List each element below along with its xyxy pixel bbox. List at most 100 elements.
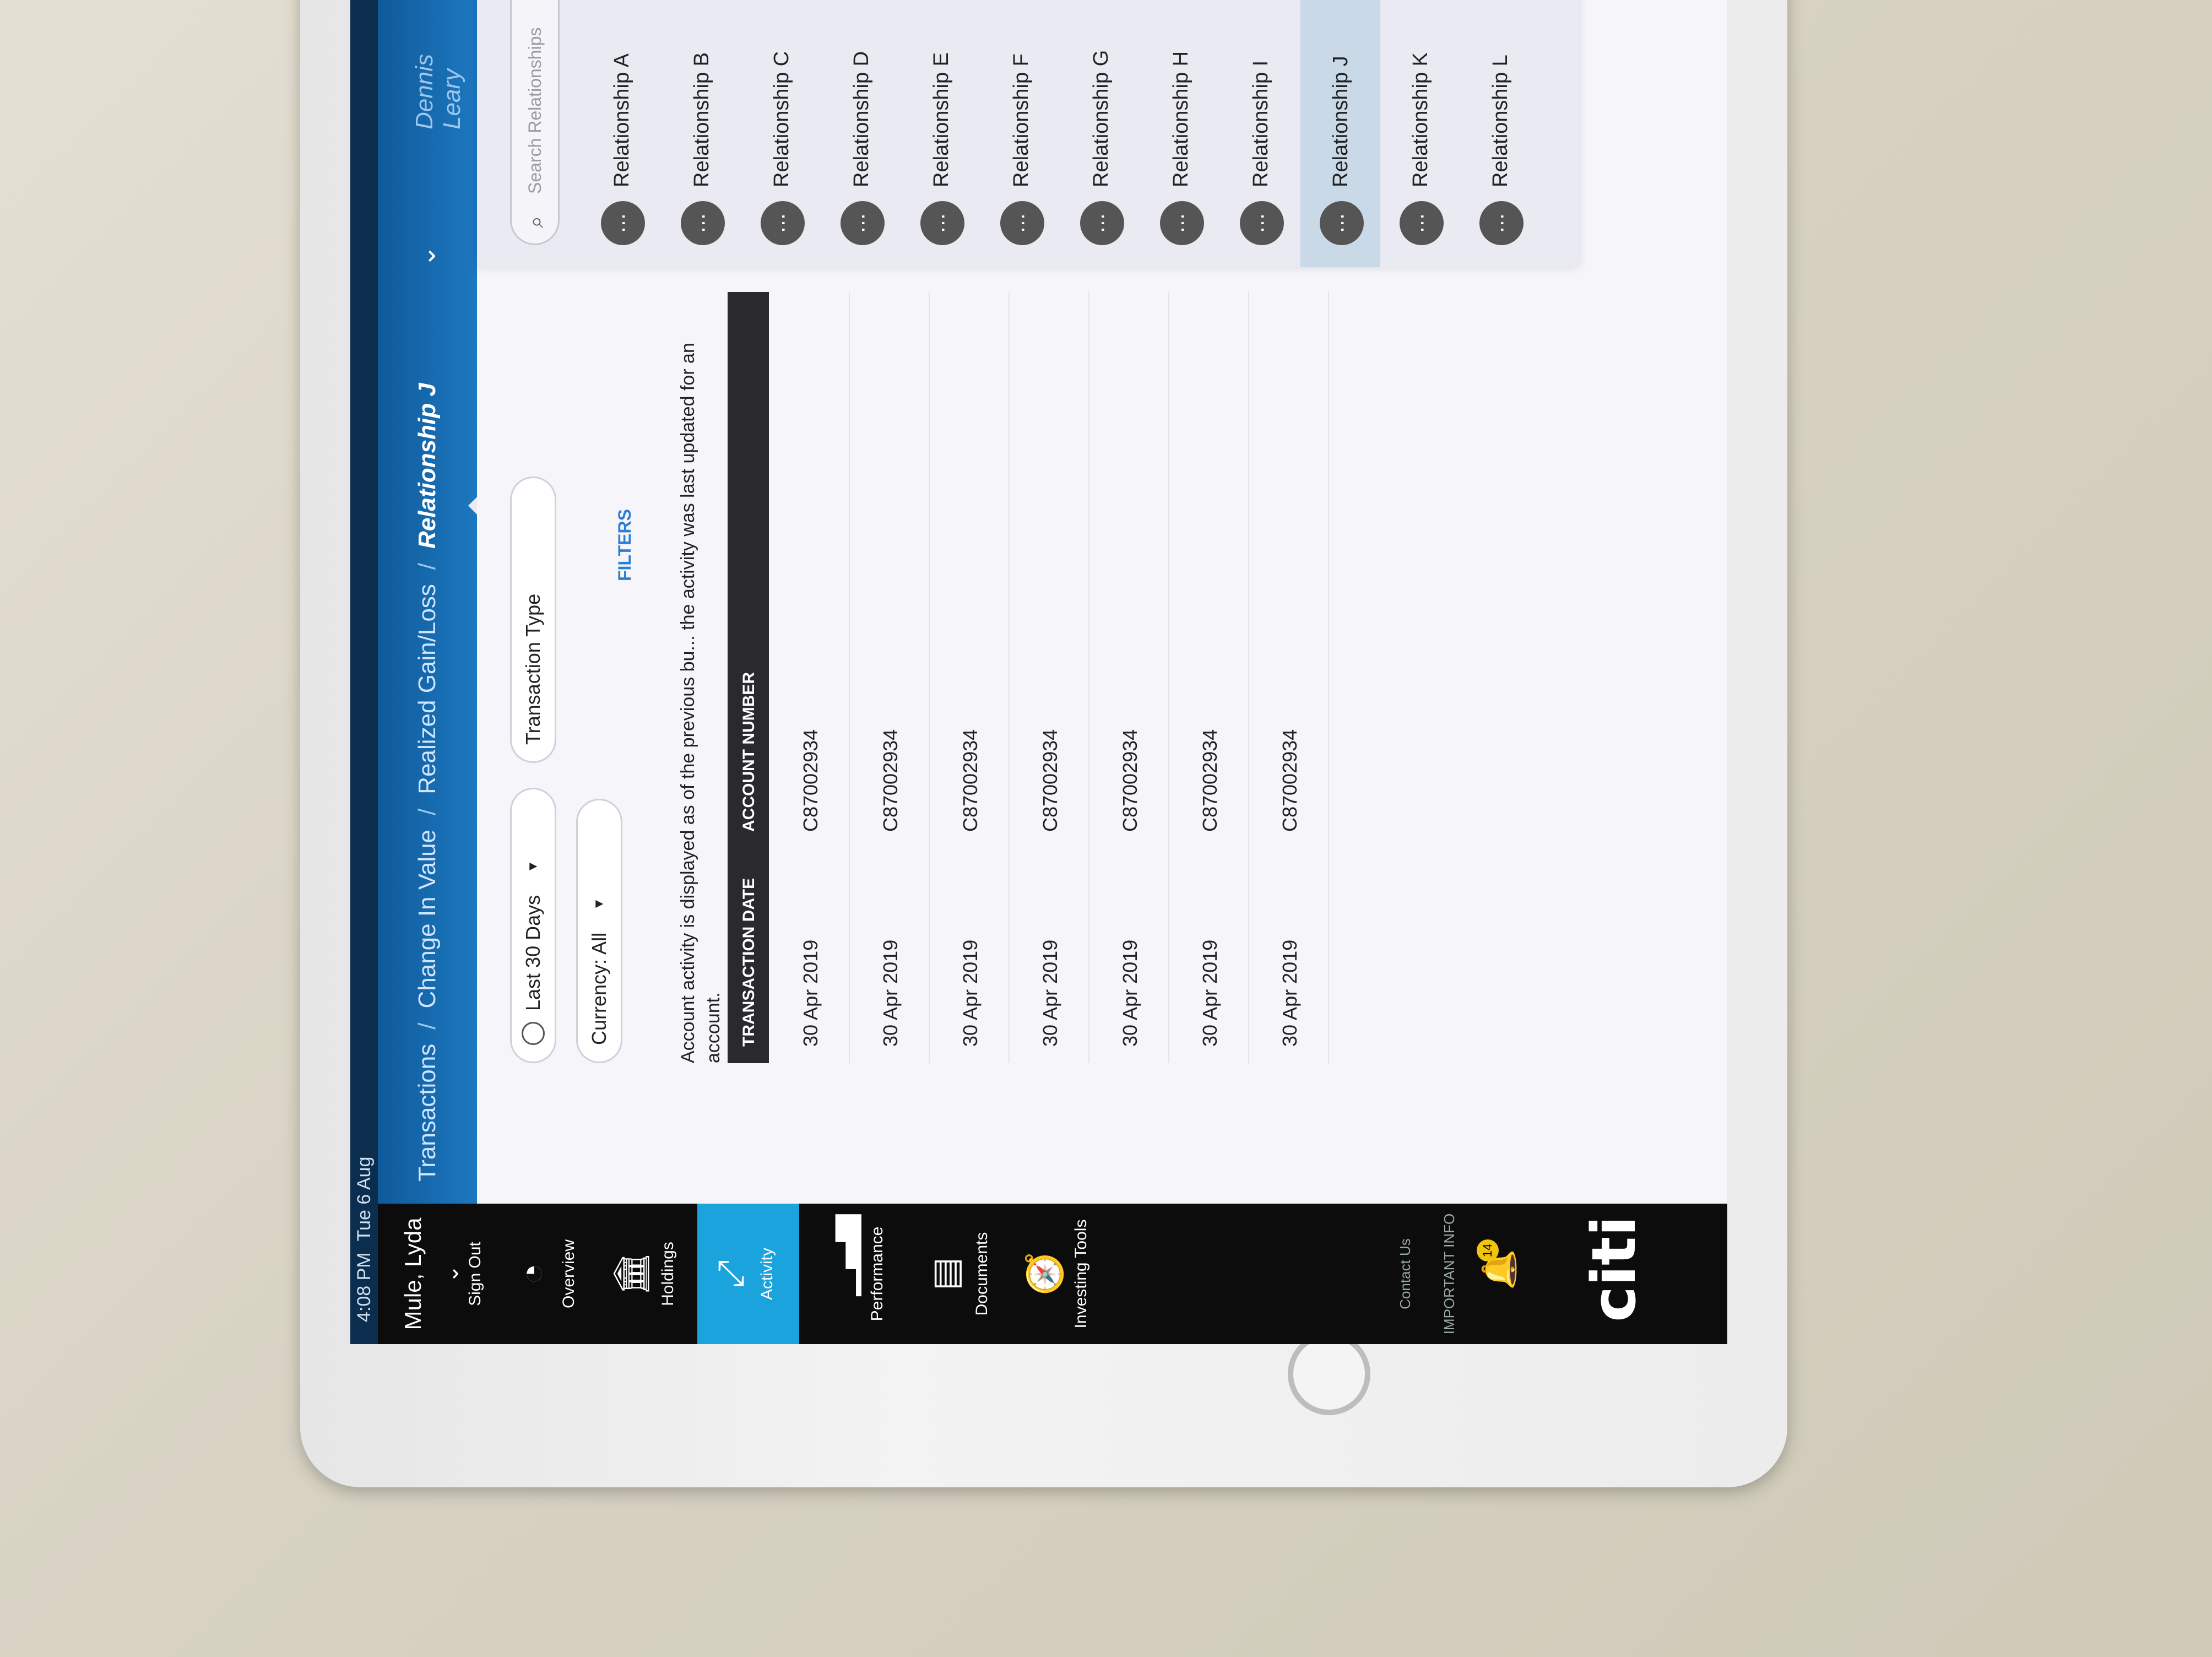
search-placeholder: Search Relationships	[524, 27, 545, 194]
tablet-screen: 4:08 PM Tue 6 Aug Mule, Lyda ⌄ Sign Out …	[350, 0, 1727, 1344]
filters-link[interactable]: FILTERS	[615, 509, 635, 581]
relationship-option[interactable]: ⋯ Relationship A	[582, 0, 662, 267]
sign-out-link[interactable]: Sign Out	[466, 1204, 485, 1344]
sidebar-item-investing-tools[interactable]: 🧭 Investing Tools	[1022, 1204, 1091, 1344]
relationship-option[interactable]: ⋯ Relationship C	[741, 0, 821, 267]
sidebar-item-performance[interactable]: ▁▃▅ Performance	[818, 1204, 887, 1344]
date-range-value: Last 30 Days	[522, 895, 544, 1011]
app-canvas: 4:08 PM Tue 6 Aug Mule, Lyda ⌄ Sign Out …	[350, 0, 1727, 1344]
share-icon: ⋯	[1479, 201, 1524, 245]
notification-badge: 14	[1477, 1239, 1499, 1261]
cell-date: 30 Apr 2019	[1199, 939, 1221, 1047]
nav-transactions[interactable]: Transactions	[414, 1044, 441, 1182]
share-icon: ⋯	[1400, 201, 1444, 245]
sidebar-item-documents[interactable]: ▤ Documents	[923, 1204, 991, 1344]
table-row[interactable]: 30 Apr 2019 C87002934	[1088, 292, 1169, 1063]
sidebar-item-label: Performance	[868, 1226, 886, 1322]
cell-account: C87002934	[959, 729, 982, 832]
search-icon: ⌕	[524, 215, 548, 228]
user-name[interactable]: Mule, Lyda	[400, 1204, 426, 1344]
relationship-option[interactable]: ⋯ Relationship G	[1061, 0, 1141, 267]
clock-icon	[522, 1022, 545, 1045]
top-nav: Transactions / Change In Value / Realize…	[378, 0, 477, 1204]
status-bar: 4:08 PM Tue 6 Aug	[350, 0, 378, 1344]
col-account-number[interactable]: ACCOUNT NUMBER	[740, 672, 758, 832]
transaction-type-value: Transaction Type	[522, 593, 544, 745]
share-icon: ⋯	[920, 201, 964, 245]
bar-chart-icon: ▁▃▅	[821, 1214, 860, 1296]
cell-date: 30 Apr 2019	[1039, 939, 1061, 1047]
table-row[interactable]: 30 Apr 2019 C87002934	[769, 292, 850, 1063]
sidebar-item-holdings[interactable]: 🏛 Holdings	[609, 1204, 677, 1344]
share-icon: ⋯	[1080, 201, 1124, 245]
col-transaction-date[interactable]: TRANSACTION DATE	[740, 878, 758, 1047]
relationship-option[interactable]: ⋯ Relationship H	[1141, 0, 1221, 267]
table-row[interactable]: 30 Apr 2019 C87002934	[1009, 292, 1089, 1063]
sidebar-item-label: Investing Tools	[1072, 1219, 1090, 1329]
share-icon: ⋯	[1240, 201, 1284, 245]
share-icon: ⋯	[1000, 201, 1044, 245]
relationship-option[interactable]: ⋯ Relationship K	[1380, 0, 1460, 267]
relationship-option[interactable]: ⋯ Relationship E	[901, 0, 981, 267]
chevron-down-icon[interactable]: ⌄	[438, 1204, 464, 1344]
sidebar-item-label: Overview	[560, 1239, 578, 1309]
arrows-icon: ⤢	[711, 1259, 750, 1288]
document-icon: ▤	[925, 1257, 965, 1291]
status-date: Tue 6 Aug	[353, 1156, 375, 1242]
transaction-type-select[interactable]: Transaction Type	[510, 476, 556, 763]
nav-separator: /	[414, 562, 441, 570]
home-button[interactable]	[1288, 1333, 1370, 1415]
relationship-option[interactable]: ⋯ Relationship L	[1460, 0, 1540, 267]
nav-change-in-value[interactable]: Change In Value	[414, 830, 441, 1009]
table-row[interactable]: 30 Apr 2019 C87002934	[929, 292, 1010, 1063]
relationship-option[interactable]: ⋯ Relationship I	[1221, 0, 1300, 267]
gauge-icon: ◔	[512, 1263, 552, 1285]
table-row[interactable]: 30 Apr 2019 C87002934	[849, 292, 930, 1063]
sidebar-item-label: Documents	[973, 1232, 991, 1316]
sidebar-item-overview[interactable]: ◔ Overview	[510, 1204, 578, 1344]
table-row[interactable]: 30 Apr 2019 C87002934	[1168, 292, 1249, 1063]
cell-date: 30 Apr 2019	[1119, 939, 1141, 1047]
relationship-dropdown: ⌕ Search Relationships ⋯ Relationship A …	[477, 0, 1579, 267]
share-icon: ⋯	[601, 201, 645, 245]
compass-icon: 🧭	[1024, 1252, 1064, 1296]
bank-icon: 🏛	[611, 1251, 651, 1296]
advisor-name[interactable]: Dennis Leary	[411, 0, 466, 129]
share-icon: ⋯	[761, 201, 805, 245]
sidebar-item-activity[interactable]: ⤢ Activity	[697, 1204, 799, 1344]
currency-select[interactable]: Currency: All ▼	[576, 799, 622, 1063]
important-info-link[interactable]: IMPORTANT INFO	[1441, 1204, 1458, 1344]
cell-account: C87002934	[1199, 729, 1221, 832]
chevron-down-icon: ▼	[592, 897, 606, 911]
share-icon: ⋯	[841, 201, 885, 245]
currency-value: Currency: All	[588, 932, 610, 1045]
main-content: Last 30 Days ▼ Transaction Type Currency…	[477, 0, 1727, 1204]
nav-separator: /	[414, 808, 441, 815]
chevron-down-icon[interactable]: ⌄	[411, 245, 442, 267]
relationship-selector[interactable]: Relationship J	[414, 383, 441, 549]
cell-date: 30 Apr 2019	[1278, 939, 1301, 1047]
relationship-option[interactable]: ⋯ Relationship B	[662, 0, 741, 267]
sidebar-nav: Mule, Lyda ⌄ Sign Out ◔ Overview 🏛 Holdi…	[378, 1204, 1727, 1344]
relationship-option-selected[interactable]: ⋯ Relationship J	[1300, 0, 1380, 267]
cell-date: 30 Apr 2019	[959, 939, 982, 1047]
cell-account: C87002934	[1039, 729, 1061, 832]
relationship-option[interactable]: ⋯ Relationship D	[821, 0, 901, 267]
contact-us-link[interactable]: Contact Us	[1397, 1204, 1414, 1344]
search-relationships-input[interactable]: ⌕ Search Relationships	[510, 0, 560, 245]
relationship-option[interactable]: ⋯ Relationship F	[981, 0, 1061, 267]
date-range-select[interactable]: Last 30 Days ▼	[510, 788, 556, 1063]
sidebar-item-label: Activity	[758, 1248, 776, 1301]
table-row[interactable]: 30 Apr 2019 C87002934	[1248, 292, 1329, 1063]
activity-notice: Account activity is displayed as of the …	[677, 343, 724, 1063]
table-header: TRANSACTION DATE ACCOUNT NUMBER	[728, 292, 769, 1063]
nav-separator: /	[414, 1022, 441, 1030]
cell-account: C87002934	[1119, 729, 1141, 832]
share-icon: ⋯	[1320, 201, 1364, 245]
sidebar-item-label: Holdings	[659, 1242, 677, 1306]
status-time: 4:08 PM	[353, 1252, 375, 1322]
nav-realized-gain-loss[interactable]: Realized Gain/Loss	[414, 584, 441, 794]
cell-date: 30 Apr 2019	[879, 939, 902, 1047]
share-icon: ⋯	[1160, 201, 1204, 245]
cell-date: 30 Apr 2019	[799, 939, 822, 1047]
